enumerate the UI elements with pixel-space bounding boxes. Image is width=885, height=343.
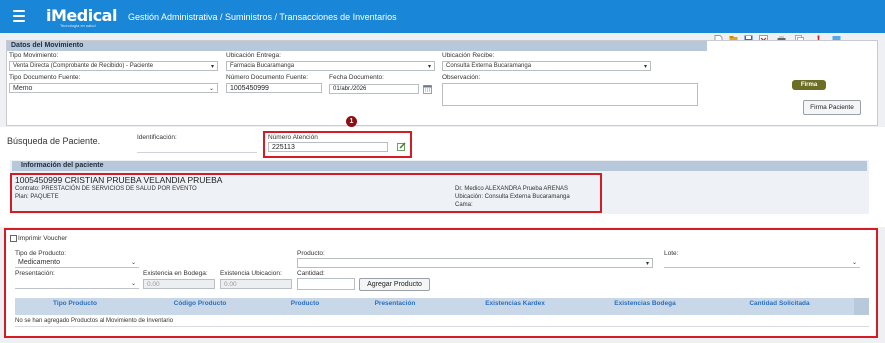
products-empty-message: No se han agregado Productos al Movimien…: [15, 318, 174, 324]
chevron-down-icon: ▾: [645, 261, 649, 267]
numero-documento-input[interactable]: 1005450999: [226, 83, 322, 93]
patient-cama: Cama:: [455, 202, 473, 208]
fecha-documento-label: Fecha Documento:: [329, 74, 384, 81]
presentacion-select[interactable]: ⌄: [15, 279, 139, 289]
calendar-icon[interactable]: [423, 85, 432, 94]
lote-label: Lote:: [664, 250, 679, 257]
imprimir-voucher-checkbox[interactable]: [10, 235, 17, 242]
tipo-documento-label: Tipo Documento Fuente:: [9, 74, 81, 81]
ubicacion-entrega-select[interactable]: Farmacia Bucaramanga ▾: [226, 61, 435, 71]
ubicacion-entrega-label: Ubicación Entrega:: [226, 52, 281, 59]
ubicacion-recibe-select[interactable]: Consulta Externa Bucaramanga ▾: [442, 61, 651, 71]
tipo-producto-label: Tipo de Producto:: [15, 250, 67, 257]
lote-select[interactable]: ⌄: [664, 258, 860, 268]
ubicacion-recibe-label: Ubicación Recibe:: [442, 52, 495, 59]
products-table-footer-line: [15, 326, 869, 327]
hamburger-menu-icon[interactable]: [13, 10, 25, 22]
column-header[interactable]: Tipo Producto: [15, 300, 135, 307]
identificacion-label: Identificación:: [137, 134, 177, 141]
column-header[interactable]: Producto: [265, 300, 345, 307]
patient-info-title: Información del paciente: [12, 161, 867, 171]
patient-medico: Dr. Medico ALEXANDRA Prueba ARENAS: [455, 186, 569, 192]
numero-documento-label: Número Documento Fuente:: [226, 74, 309, 81]
numero-atencion-label: Número Atención: [268, 134, 318, 141]
observacion-label: Observación:: [442, 74, 481, 81]
tipo-documento-select[interactable]: Memo ⌄: [9, 83, 218, 93]
app-logo-subtitle: Tecnología en salud: [60, 23, 96, 28]
attention-number-marker: 1: [346, 116, 357, 127]
numero-atencion-input[interactable]: 225113: [268, 142, 388, 152]
chevron-down-icon: ▾: [427, 64, 431, 70]
firma-badge: Firma: [792, 80, 826, 90]
cantidad-input[interactable]: [297, 278, 355, 290]
chevron-down-icon: ▾: [643, 64, 647, 70]
column-header[interactable]: Cantidad Solicitada: [705, 300, 854, 307]
cantidad-label: Cantidad:: [297, 270, 325, 277]
producto-label: Producto:: [297, 250, 325, 257]
chevron-down-icon: ⌄: [130, 281, 136, 287]
patient-search-title: Búsqueda de Paciente.: [7, 136, 101, 146]
tipo-producto-select[interactable]: Medicamento ⌄: [15, 258, 139, 268]
producto-select[interactable]: ▾: [297, 258, 653, 268]
breadcrumb: Gestión Administrativa / Suministros / T…: [128, 12, 397, 22]
fecha-documento-input[interactable]: 01/abr./2026: [329, 84, 419, 94]
firma-paciente-button[interactable]: Firma Paciente: [803, 100, 861, 115]
chevron-down-icon: ▾: [210, 64, 214, 70]
column-header[interactable]: Existencias Kardex: [445, 300, 585, 307]
patient-ubicacion: Ubicación: Consulta Externa Bucaramanga: [455, 194, 570, 200]
patient-contrato: Contrato: PRESTACIÓN DE SERVICIOS DE SAL…: [15, 186, 197, 192]
column-header[interactable]: Existencias Bodega: [585, 300, 705, 307]
chevron-down-icon: ⌄: [130, 260, 136, 266]
products-table-header: Tipo Producto Código Producto Producto P…: [15, 298, 854, 315]
existencia-ubicacion-input: 0.00: [220, 279, 292, 289]
observacion-textarea[interactable]: [442, 83, 698, 106]
tipo-movimiento-label: Tipo Movimiento:: [9, 52, 59, 59]
products-table-scroll-gutter[interactable]: [854, 298, 869, 315]
column-header[interactable]: Código Producto: [135, 300, 265, 307]
edit-search-icon[interactable]: [397, 142, 406, 151]
existencia-bodega-label: Existencia en Bodega:: [143, 270, 208, 277]
patient-plan: Plan: PAQUETE: [15, 194, 59, 200]
presentacion-label: Presentación:: [15, 270, 55, 277]
imprimir-voucher-label: Imprimir Voucher: [18, 235, 68, 242]
existencia-bodega-input: 0.00: [143, 279, 215, 289]
identificacion-input[interactable]: [137, 143, 257, 153]
patient-name: 1005450999 CRISTIAN PRUEBA VELANDIA PRUE…: [15, 175, 223, 185]
existencia-ubicacion-label: Existencia Ubicacion:: [220, 270, 282, 277]
movement-section-title: Datos del Movimiento: [7, 41, 707, 51]
tipo-movimiento-select[interactable]: Venta Directa (Comprobante de Recibido) …: [9, 61, 218, 71]
agregar-producto-button[interactable]: Agregar Producto: [359, 278, 430, 291]
column-header[interactable]: Presentación: [345, 300, 445, 307]
chevron-down-icon: ⌄: [208, 86, 214, 92]
chevron-down-icon: ⌄: [851, 260, 857, 266]
